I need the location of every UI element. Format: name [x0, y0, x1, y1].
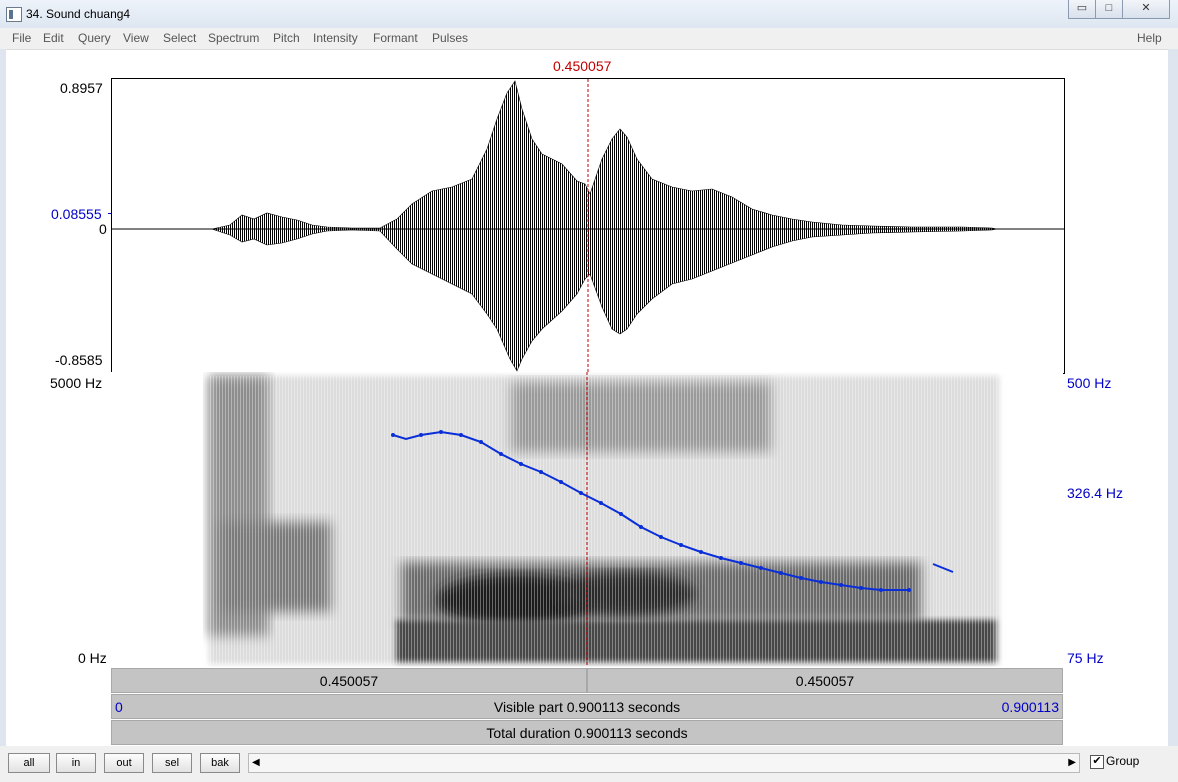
time-segment-right-label: 0.450057 [795, 673, 855, 689]
maximize-button[interactable]: □ [1095, 0, 1123, 19]
zoom-out-button[interactable]: out [104, 753, 144, 773]
waveform-plot [112, 79, 1064, 373]
menu-view[interactable]: View [123, 31, 149, 45]
waveform-min-label: -0.8585 [55, 352, 103, 368]
visible-end: 0.900113 [1001, 699, 1059, 715]
menu-edit[interactable]: Edit [43, 31, 64, 45]
zoom-back-button[interactable]: bak [200, 753, 240, 773]
scroll-left-arrow-icon[interactable]: ◀ [252, 757, 260, 768]
bottom-toolbar: all in out sel bak ◀ ▶ ✔ Group [0, 746, 1178, 782]
waveform-panel[interactable] [111, 78, 1065, 374]
menu-select[interactable]: Select [163, 31, 196, 45]
visible-part-bar[interactable]: 0 Visible part 0.900113 seconds 0.900113 [111, 694, 1063, 719]
all-button[interactable]: all [8, 753, 50, 773]
cursor-time-label: 0.450057 [553, 58, 612, 74]
total-duration-bar[interactable]: Total duration 0.900113 seconds [111, 720, 1063, 745]
menu-pitch[interactable]: Pitch [273, 31, 300, 45]
menu-file[interactable]: File [12, 31, 31, 45]
spectrogram-freq-top: 5000 Hz [50, 375, 103, 391]
waveform-max-label: 0.8957 [60, 80, 103, 96]
close-button[interactable]: ✕ [1122, 0, 1170, 19]
zoom-selection-button[interactable]: sel [152, 753, 192, 773]
title-bar[interactable]: 34. Sound chuang4 ▭ □ ✕ [0, 0, 1178, 29]
time-segment-left[interactable]: 0.450057 [111, 668, 587, 693]
spectrogram-panel[interactable] [111, 372, 1063, 667]
menu-bar: File Edit Query View Select Spectrum Pit… [0, 28, 1178, 50]
total-duration-label: Total duration 0.900113 seconds [486, 725, 688, 741]
time-segment-left-label: 0.450057 [319, 673, 379, 689]
scroll-right-arrow-icon[interactable]: ▶ [1068, 757, 1076, 768]
group-label: Group [1106, 754, 1140, 768]
menu-query[interactable]: Query [78, 31, 111, 45]
window-frame-right [1168, 49, 1178, 782]
menu-pulses[interactable]: Pulses [432, 31, 468, 45]
menu-formant[interactable]: Formant [373, 31, 418, 45]
spectrogram-freq-bottom: 0 Hz [78, 650, 107, 666]
minimize-button[interactable]: ▭ [1068, 0, 1096, 19]
group-checkbox[interactable]: ✔ [1090, 755, 1104, 769]
spectrogram-plot [209, 372, 999, 667]
window-title: 34. Sound chuang4 [26, 7, 131, 21]
waveform-cursor-amplitude: 0.08555 [51, 206, 102, 222]
time-segment-right[interactable]: 0.450057 [587, 668, 1063, 693]
pitch-mid-label: 326.4 Hz [1067, 485, 1124, 501]
horizontal-scrollbar[interactable]: ◀ ▶ [248, 753, 1080, 773]
pitch-bottom-label: 75 Hz [1067, 650, 1104, 666]
waveform-zero-label: 0 [99, 221, 107, 237]
visible-start: 0 [115, 699, 123, 715]
menu-spectrum[interactable]: Spectrum [208, 31, 259, 45]
zoom-in-button[interactable]: in [56, 753, 96, 773]
menu-help[interactable]: Help [1137, 31, 1162, 45]
menu-intensity[interactable]: Intensity [313, 31, 358, 45]
praat-app-icon [6, 7, 22, 22]
visible-part-label: Visible part 0.900113 seconds [493, 699, 681, 715]
waveform-envelope [210, 80, 998, 372]
pitch-top-label: 500 Hz [1067, 375, 1112, 391]
